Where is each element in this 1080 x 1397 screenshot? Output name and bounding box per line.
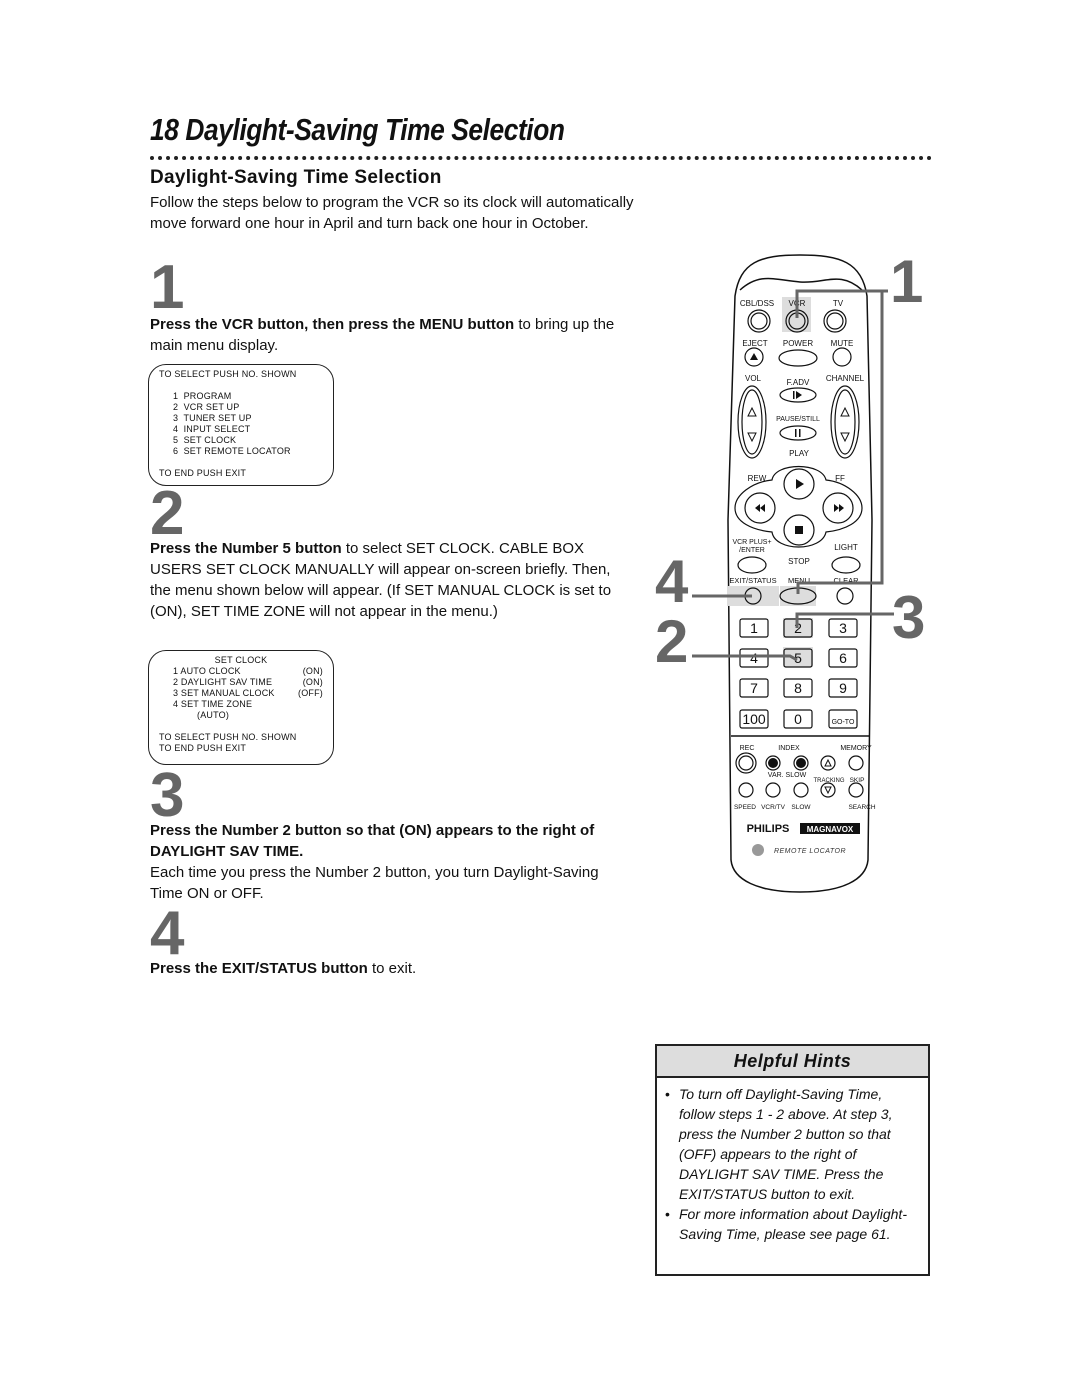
label-search: SEARCH (848, 804, 875, 811)
label-mute: MUTE (831, 339, 854, 348)
label-eject: EJECT (742, 339, 767, 348)
label-ff: FF (835, 474, 845, 483)
label-vol: VOL (745, 374, 762, 383)
label-cbl: CBL/DSS (740, 299, 774, 308)
remote-control-illustration: 1 2 34 5 67 8 9100 0 GO-TO CBL/DSS VCR TV EJECT … (692, 254, 894, 893)
label-tracking: TRACKING (813, 778, 844, 784)
keypad-label: 9 (839, 680, 847, 696)
label-rew: REW (748, 474, 767, 483)
keypad-label: 6 (839, 650, 847, 666)
label-varslow: VAR. SLOW (768, 772, 807, 779)
label-vcrtv: VCR/TV (761, 804, 786, 811)
keypad-label: 3 (839, 620, 847, 636)
label-index: INDEX (778, 745, 800, 752)
keypad-label: 0 (794, 711, 802, 727)
label-power: POWER (783, 339, 813, 348)
label-skip: SKIP (850, 777, 865, 784)
label-memory: MEMORY (840, 745, 872, 752)
label-rec: REC (740, 745, 755, 752)
keypad-label: 8 (794, 680, 802, 696)
brand-philips: PHILIPS (747, 823, 790, 835)
label-speed: SPEED (734, 804, 756, 811)
label-locator: REMOTE LOCATOR (774, 848, 846, 855)
label-play: PLAY (789, 449, 810, 458)
label-exit: EXIT/STATUS (729, 576, 776, 585)
label-pause: PAUSE/STILL (776, 416, 820, 423)
keypad-label: 7 (750, 680, 758, 696)
label-channel: CHANNEL (826, 374, 865, 383)
label-light: LIGHT (834, 543, 858, 552)
label-stop: STOP (788, 557, 810, 566)
label-slow: SLOW (791, 804, 811, 811)
keypad-label: 1 (750, 620, 758, 636)
label-enter: /ENTER (739, 547, 765, 554)
label-vcrplus: VCR PLUS+ (732, 539, 771, 546)
label-fadv: F.ADV (787, 378, 810, 387)
brand-magnavox: MAGNAVOX (807, 825, 854, 834)
keypad-label: GO-TO (832, 719, 855, 726)
keypad-label: 100 (742, 711, 766, 727)
label-tv: TV (833, 299, 844, 308)
keypad-label: 4 (750, 650, 758, 666)
remote-locator-icon (752, 844, 764, 856)
